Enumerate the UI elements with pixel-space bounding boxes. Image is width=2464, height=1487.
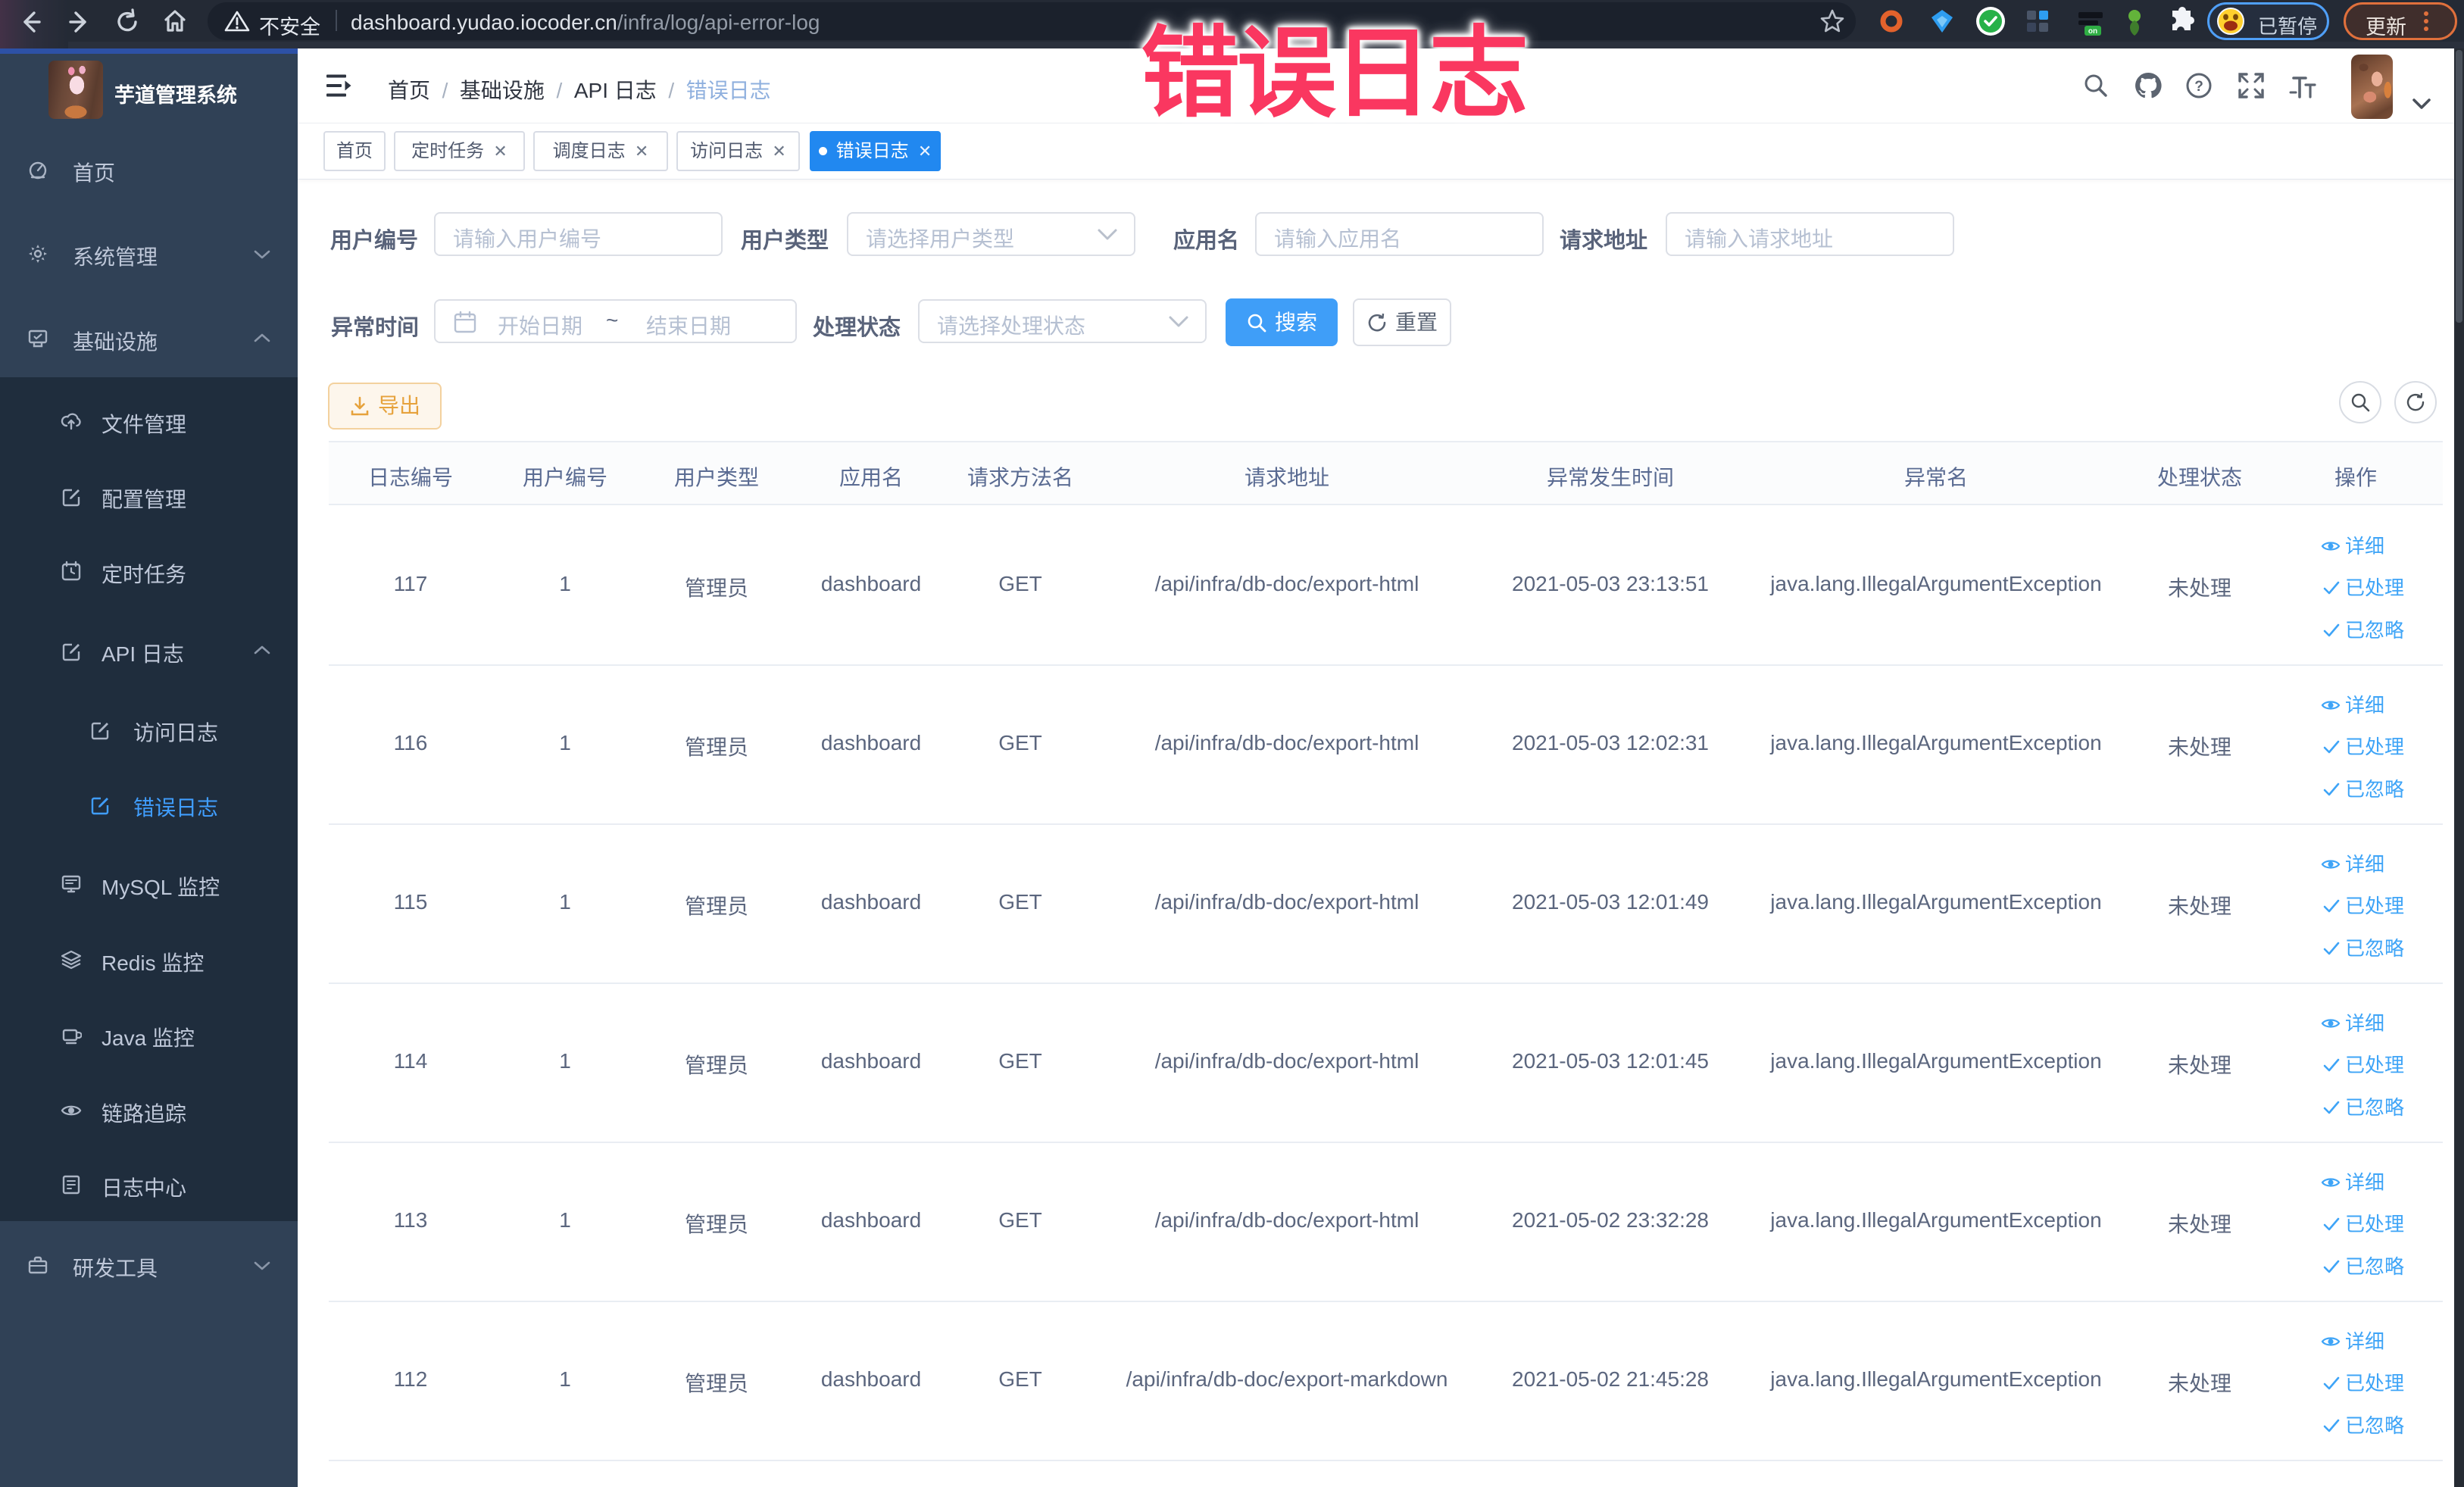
svg-text:?: ? (2194, 79, 2203, 95)
svg-text:on: on (2088, 27, 2097, 36)
